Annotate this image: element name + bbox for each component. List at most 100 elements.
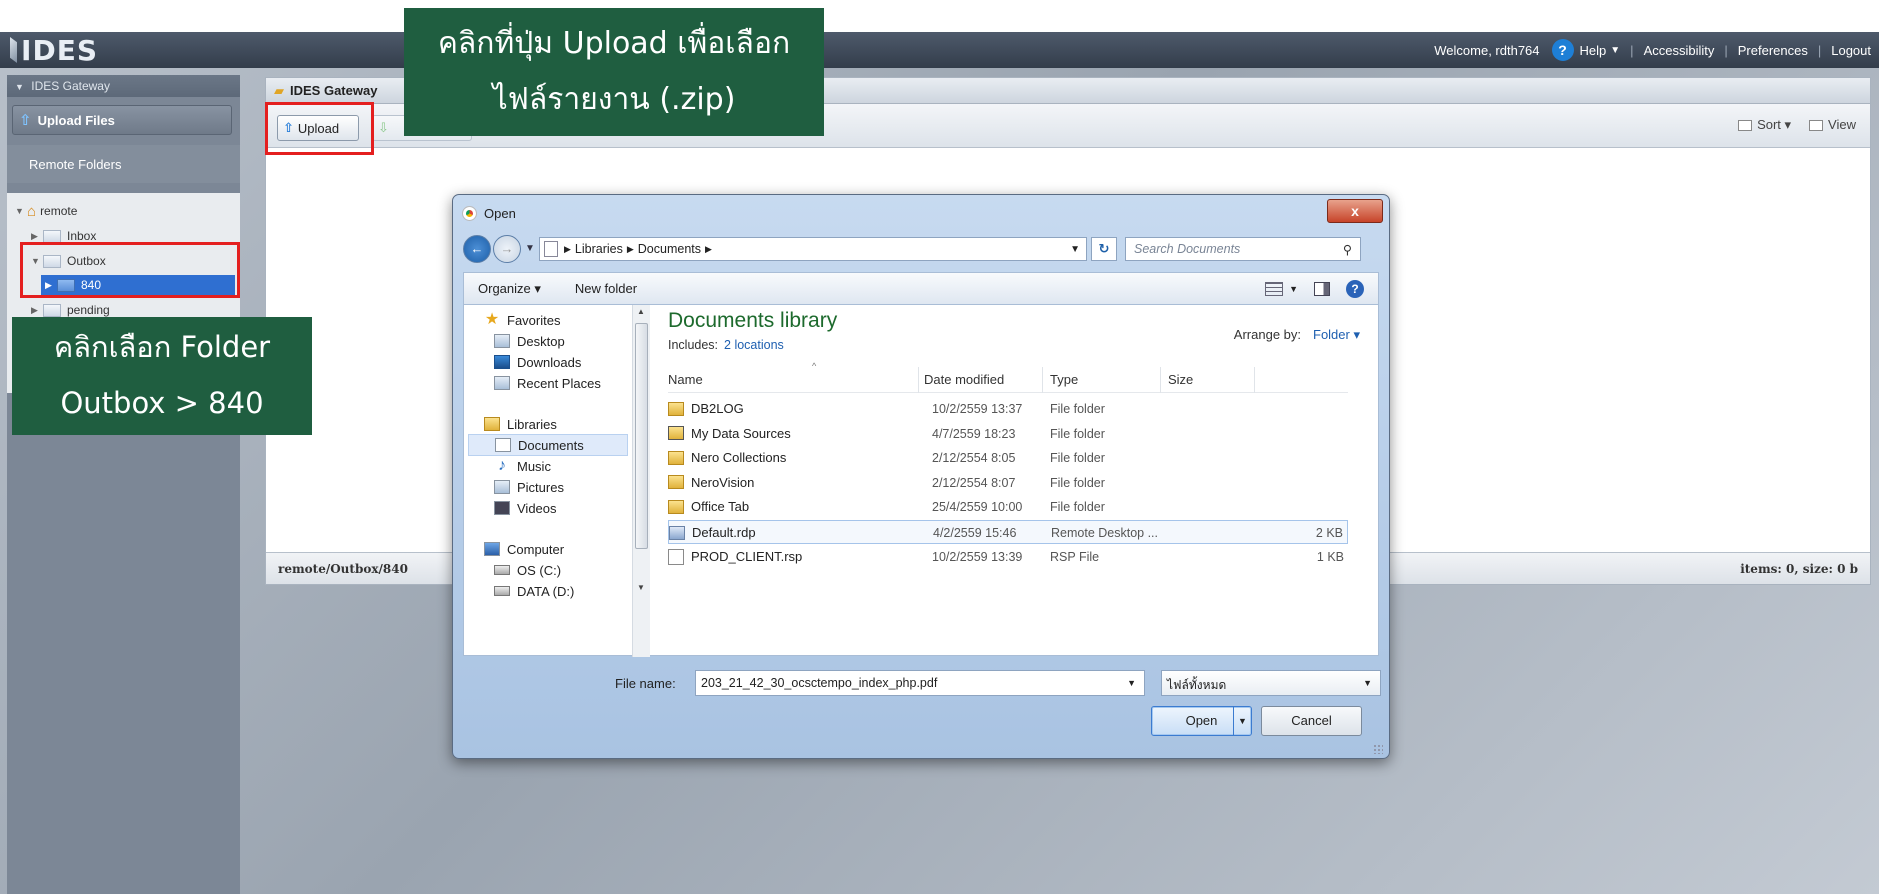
nav-item-favorites[interactable]: ★ Favorites (484, 309, 561, 331)
nav-item-desktop[interactable]: Desktop (494, 330, 565, 352)
file-type-select[interactable]: ไฟล์ทั้งหมด ▼ (1161, 670, 1381, 696)
nav-item-computer[interactable]: Computer (484, 538, 564, 560)
chevron-down-icon: ▼ (15, 82, 24, 92)
current-path: remote/Outbox/840 (278, 562, 408, 576)
column-header-name[interactable]: Name (668, 372, 703, 387)
nav-item-downloads[interactable]: Downloads (494, 351, 581, 373)
breadcrumb-documents[interactable]: Documents (638, 242, 701, 256)
chevron-down-icon[interactable]: ▼ (1289, 284, 1298, 294)
open-button[interactable]: Open ▼ (1151, 706, 1252, 736)
search-icon[interactable]: ⚲ (1343, 242, 1352, 257)
change-view-icon[interactable] (1265, 281, 1284, 296)
recent-dropdown-icon[interactable]: ▼ (525, 243, 535, 254)
view-icon (1809, 120, 1824, 132)
chevron-down-icon[interactable]: ▼ (1610, 45, 1620, 56)
chevron-right-icon[interactable]: ▶ (31, 305, 43, 316)
nav-item-recent-places[interactable]: Recent Places (494, 372, 601, 394)
file-row[interactable]: PROD_CLIENT.rsp 10/2/2559 13:39 RSP File 1 … (668, 545, 1348, 569)
column-header-type[interactable]: Type (1050, 372, 1078, 387)
file-name-text: Office Tab (691, 499, 750, 515)
chevron-right-icon[interactable]: ▶ (564, 244, 571, 255)
sort-icon (1738, 120, 1753, 132)
file-name: NeroVision (668, 475, 754, 490)
nav-item-libraries[interactable]: Libraries (484, 413, 557, 435)
scrollbar-thumb[interactable] (635, 323, 648, 549)
resize-grip[interactable] (1373, 744, 1383, 754)
open-label: Open (1185, 713, 1218, 728)
column-divider[interactable] (1042, 367, 1043, 393)
sort-menu[interactable]: Sort ▾ (1738, 117, 1791, 133)
folder-icon (668, 475, 684, 490)
column-divider[interactable] (1254, 367, 1255, 393)
forward-arrow-icon[interactable]: → (493, 235, 521, 263)
help-icon[interactable]: ? (1551, 39, 1574, 61)
view-menu[interactable]: View (1809, 117, 1856, 133)
nav-item-os-c[interactable]: OS (C:) (494, 559, 561, 581)
arrange-by-dropdown[interactable]: Folder ▾ (1313, 327, 1360, 342)
preview-pane-icon[interactable] (1314, 281, 1330, 296)
chevron-right-icon[interactable]: ▶ (31, 231, 43, 242)
cancel-button[interactable]: Cancel (1261, 706, 1362, 736)
help-icon[interactable]: ? (1346, 279, 1364, 298)
column-header-date[interactable]: Date modified (924, 372, 1004, 387)
close-button[interactable]: x (1327, 199, 1383, 223)
preferences-link[interactable]: Preferences (1738, 43, 1808, 58)
ides-logo[interactable]: IDES (10, 34, 98, 67)
locations-link[interactable]: 2 locations (724, 338, 784, 352)
column-divider[interactable] (1160, 367, 1161, 393)
file-row[interactable]: Nero Collections 2/12/2554 8:05 File folde… (668, 446, 1348, 470)
search-placeholder: Search Documents (1134, 242, 1241, 256)
nav-item-videos[interactable]: Videos (494, 497, 557, 519)
file-row[interactable]: Office Tab 25/4/2559 10:00 File folder (668, 495, 1348, 519)
file-name: My Data Sources (668, 426, 791, 441)
search-input[interactable]: Search Documents ⚲ (1125, 237, 1361, 261)
scroll-down-icon[interactable]: ▼ (637, 583, 645, 592)
file-row[interactable]: My Data Sources 4/7/2559 18:23 File folder (668, 422, 1348, 446)
nav-item-music[interactable]: ♪ Music (494, 455, 551, 477)
chevron-down-icon[interactable]: ▼ (1233, 707, 1251, 735)
chevron-down-icon[interactable]: ▼ (15, 206, 27, 216)
callout-line: คลิกที่ปุ่ม Upload เพื่อเลือก (437, 26, 791, 61)
address-bar[interactable]: ▶ Libraries ▶ Documents ▶ ▼ (539, 237, 1087, 261)
column-divider[interactable] (918, 367, 919, 393)
logo-mark-icon (10, 37, 18, 63)
scroll-up-icon[interactable]: ▲ (637, 307, 645, 316)
tree-item-remote[interactable]: ▼ ⌂ remote (15, 201, 77, 221)
new-folder-button[interactable]: New folder (575, 281, 637, 296)
file-row[interactable]: Default.rdp 4/2/2559 15:46 Remote Desktop … (668, 520, 1348, 544)
file-date: 10/2/2559 13:37 (932, 402, 1023, 416)
nav-item-data-d[interactable]: DATA (D:) (494, 580, 574, 602)
file-name: Default.rdp (669, 525, 756, 540)
nav-item-pictures[interactable]: Pictures (494, 476, 564, 498)
file-type: File folder (1050, 451, 1105, 466)
file-name-input[interactable]: 203_21_42_30_ocsctempo_index_php.pdf ▼ (695, 670, 1145, 696)
file-name: DB2LOG (668, 401, 744, 416)
nav-pane-scrollbar[interactable]: ▲ ▼ (632, 305, 650, 657)
chevron-down-icon[interactable]: ▼ (1363, 678, 1372, 688)
logout-link[interactable]: Logout (1831, 43, 1871, 58)
chevron-down-icon[interactable]: ▼ (1070, 244, 1080, 255)
back-arrow-icon[interactable]: ← (463, 235, 491, 263)
file-list-header: Name ^ Date modified Type Size (668, 361, 1348, 393)
upload-files-button[interactable]: ⇧ Upload Files (12, 105, 232, 135)
column-header-size[interactable]: Size (1168, 372, 1193, 387)
file-row[interactable]: NeroVision 2/12/2554 8:07 File folder (668, 471, 1348, 495)
file-name-text: Default.rdp (692, 525, 756, 540)
refresh-icon[interactable]: ↻ (1091, 237, 1117, 261)
sort-up-icon: ^ (812, 361, 817, 371)
file-row[interactable]: DB2LOG 10/2/2559 13:37 File folder (668, 397, 1348, 421)
sidebar-section-gateway[interactable]: ▼ IDES Gateway (7, 75, 240, 97)
nav-item-documents[interactable]: Documents (468, 434, 628, 456)
open-folder-icon: ▰ (274, 82, 284, 98)
chevron-down-icon[interactable]: ▼ (1127, 678, 1136, 688)
accessibility-link[interactable]: Accessibility (1644, 43, 1715, 58)
top-links: Welcome, rdth764 ? Help ▼ | Accessibilit… (1434, 32, 1871, 68)
open-file-dialog: Open x ← → ▼ ▶ Libraries ▶ Documents ▶ ▼… (452, 194, 1390, 759)
chevron-right-icon[interactable]: ▶ (705, 244, 712, 255)
organize-menu[interactable]: Organize ▾ (478, 281, 541, 297)
chevron-right-icon[interactable]: ▶ (627, 244, 634, 255)
file-type-value: ไฟล์ทั้งหมด (1167, 678, 1227, 692)
computer-icon (484, 542, 500, 556)
help-menu[interactable]: Help (1580, 43, 1607, 58)
breadcrumb-libraries[interactable]: Libraries (575, 242, 623, 256)
